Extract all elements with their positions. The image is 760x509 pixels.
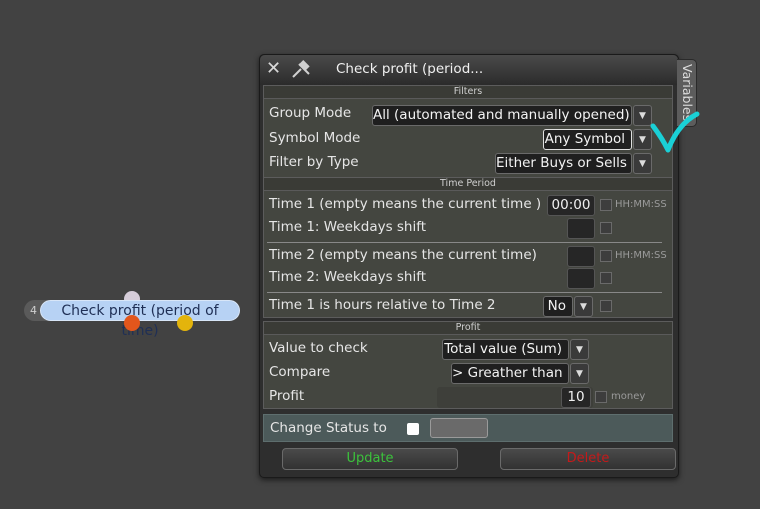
time2-shift-input[interactable] (567, 268, 595, 289)
group-mode-label: Group Mode (269, 105, 352, 121)
group-mode-select[interactable]: All (automated and manually opened) (372, 105, 632, 126)
dialog-title: Check profit (period... (336, 61, 484, 77)
filters-section: Filters Group Mode All (automated and ma… (263, 85, 673, 179)
chevron-down-icon[interactable]: ▼ (570, 339, 589, 360)
chevron-down-icon[interactable]: ▼ (633, 153, 652, 174)
flow-node[interactable]: Check profit (period of time) (40, 300, 240, 339)
chevron-down-icon[interactable]: ▼ (570, 363, 589, 384)
status-color-box[interactable] (430, 418, 488, 438)
time2-label: Time 2 (empty means the current time) (269, 247, 537, 263)
filter-type-select[interactable]: Either Buys or Sells (495, 153, 632, 174)
time1-format-hint: HH:MM:SS (615, 199, 667, 210)
value-to-check-label: Value to check (269, 340, 368, 356)
node-output-port-false[interactable] (124, 315, 140, 331)
time2-input[interactable] (567, 246, 595, 267)
time-period-section: Time Period Time 1 (empty means the curr… (263, 177, 673, 318)
profit-label: Profit (269, 388, 305, 404)
compare-label: Compare (269, 364, 331, 380)
change-status-label: Change Status to (270, 420, 387, 436)
node-output-port-true[interactable] (177, 315, 193, 331)
time1-label: Time 1 (empty means the current time ) (269, 196, 542, 212)
relative-checkbox[interactable] (600, 300, 612, 312)
time2-shift-label: Time 2: Weekdays shift (269, 269, 427, 285)
filter-type-label: Filter by Type (269, 154, 359, 170)
time2-shift-checkbox[interactable] (600, 272, 612, 284)
change-status-bar: Change Status to (263, 414, 673, 442)
time1-checkbox[interactable] (600, 199, 612, 211)
value-to-check-select[interactable]: Total value (Sum) (442, 339, 569, 360)
time2-format-hint: HH:MM:SS (615, 250, 667, 261)
pin-icon[interactable] (289, 58, 315, 80)
profit-header: Profit (264, 322, 672, 335)
profit-checkbox[interactable] (595, 391, 607, 403)
time1-input[interactable]: 00:00 (547, 195, 595, 216)
time-period-header: Time Period (264, 178, 672, 191)
filters-header: Filters (264, 86, 672, 99)
dialog-titlebar[interactable]: ✕ Check profit (period... (260, 55, 678, 85)
close-icon[interactable]: ✕ (266, 60, 284, 78)
profit-section: Profit Value to check Total value (Sum) … (263, 321, 673, 409)
checkmark-annotation (650, 111, 700, 153)
time1-shift-input[interactable] (567, 218, 595, 239)
time2-checkbox[interactable] (600, 250, 612, 262)
chevron-down-icon[interactable]: ▼ (574, 296, 593, 317)
time1-shift-checkbox[interactable] (600, 222, 612, 234)
divider (267, 292, 662, 293)
relative-select[interactable]: No (543, 296, 573, 317)
symbol-mode-select[interactable]: Any Symbol (543, 129, 632, 150)
delete-button[interactable]: Delete (500, 448, 676, 470)
change-status-checkbox[interactable] (407, 423, 419, 435)
profit-unit: money (611, 391, 646, 402)
properties-dialog: ✕ Check profit (period... Variables Filt… (259, 54, 700, 478)
relative-label: Time 1 is hours relative to Time 2 (269, 297, 496, 313)
update-button[interactable]: Update (282, 448, 458, 470)
divider (267, 242, 662, 243)
symbol-mode-label: Symbol Mode (269, 130, 361, 146)
time1-shift-label: Time 1: Weekdays shift (269, 219, 427, 235)
compare-select[interactable]: > Greather than (451, 363, 569, 384)
profit-input[interactable]: 10 (561, 387, 591, 408)
